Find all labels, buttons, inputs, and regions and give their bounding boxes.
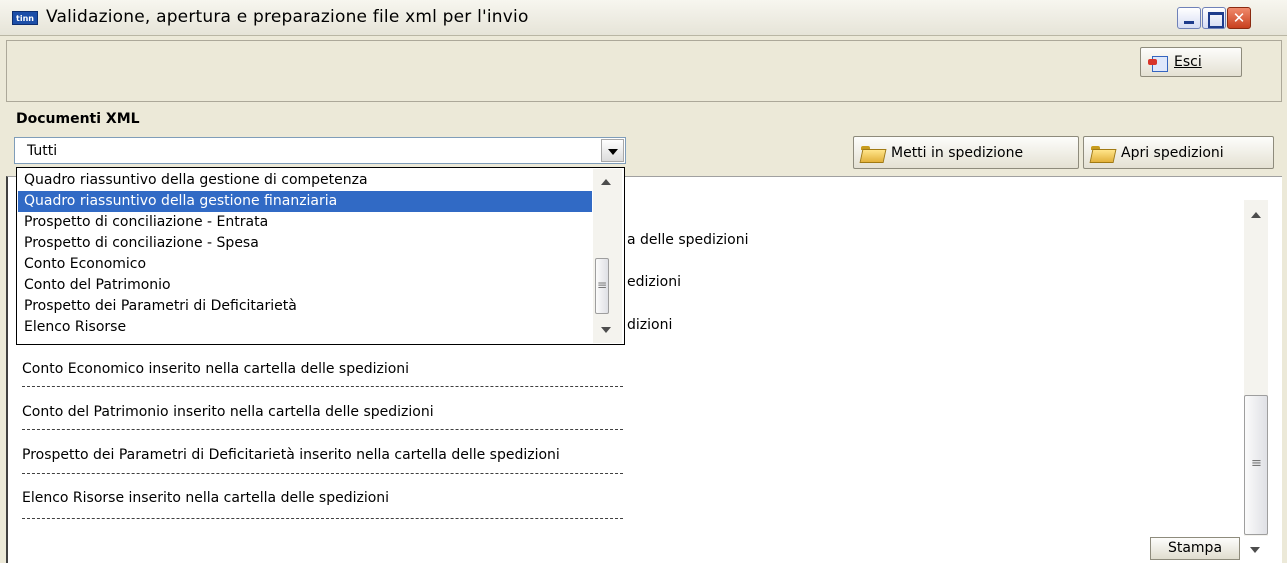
filter-selected-value: Tutti — [27, 143, 58, 159]
log-line-partial: a delle spedizioni — [627, 232, 749, 248]
log-separator — [22, 429, 623, 430]
log-line: Conto del Patrimonio inserito nella cart… — [22, 404, 434, 420]
log-separator — [22, 518, 623, 519]
window-title: Validazione, apertura e preparazione fil… — [46, 7, 529, 27]
minimize-button[interactable] — [1177, 7, 1201, 29]
title-bar: tinn Validazione, apertura e preparazion… — [0, 0, 1287, 36]
log-separator — [22, 473, 623, 474]
stampa-button[interactable]: Stampa — [1150, 537, 1240, 560]
close-button[interactable]: ✕ — [1227, 7, 1251, 29]
chevron-down-icon[interactable] — [1246, 540, 1264, 558]
chevron-down-icon[interactable] — [601, 139, 624, 162]
dropdown-scroll-thumb[interactable] — [595, 258, 609, 314]
app-icon: tinn — [12, 11, 38, 25]
log-separator — [22, 386, 623, 387]
dropdown-item[interactable]: Prospetto dei Parametri di Deficitarietà — [18, 296, 592, 317]
apri-spedizioni-button[interactable]: Apri spedizioni — [1083, 136, 1274, 169]
exit-button[interactable]: Esci — [1140, 47, 1242, 77]
chevron-up-icon[interactable] — [597, 175, 617, 189]
document-dropdown-list[interactable]: Quadro riassuntivo della gestione di com… — [16, 167, 625, 345]
scrollbar-thumb[interactable] — [1244, 395, 1268, 535]
log-line: Conto Economico inserito nella cartella … — [22, 361, 410, 377]
dropdown-scrollbar[interactable] — [593, 169, 622, 343]
folder-open-icon — [1091, 144, 1115, 162]
metti-label: Metti in spedizione — [891, 144, 1024, 161]
maximize-button[interactable] — [1202, 7, 1226, 29]
dropdown-item[interactable]: Conto del Patrimonio — [18, 275, 592, 296]
apri-label: Apri spedizioni — [1121, 144, 1224, 161]
exit-icon — [1148, 54, 1168, 72]
dropdown-item[interactable]: Prospetto di conciliazione - Entrata — [18, 212, 592, 233]
exit-label: Esci — [1174, 54, 1202, 70]
dropdown-item[interactable]: Prospetto di conciliazione - Spesa — [18, 233, 592, 254]
log-line-partial: dizioni — [627, 317, 673, 333]
log-line-partial: edizioni — [627, 274, 681, 290]
section-title: Documenti XML — [16, 111, 140, 127]
metti-in-spedizione-button[interactable]: Metti in spedizione — [853, 136, 1079, 169]
log-line: Elenco Risorse inserito nella cartella d… — [22, 490, 390, 506]
dropdown-item[interactable]: Quadro riassuntivo della gestione di com… — [18, 170, 592, 191]
chevron-down-icon[interactable] — [597, 323, 617, 337]
chevron-up-icon[interactable] — [1245, 206, 1267, 228]
log-line: Prospetto dei Parametri di Deficitarietà… — [22, 447, 560, 463]
document-filter-select[interactable]: Tutti — [14, 137, 626, 164]
folder-open-icon — [861, 144, 885, 162]
dropdown-item[interactable]: Elenco Risorse — [18, 317, 592, 338]
dropdown-item[interactable]: Conto Economico — [18, 254, 592, 275]
toolbar: Esci — [6, 40, 1282, 102]
dropdown-item-selected[interactable]: Quadro riassuntivo della gestione finanz… — [18, 191, 592, 212]
